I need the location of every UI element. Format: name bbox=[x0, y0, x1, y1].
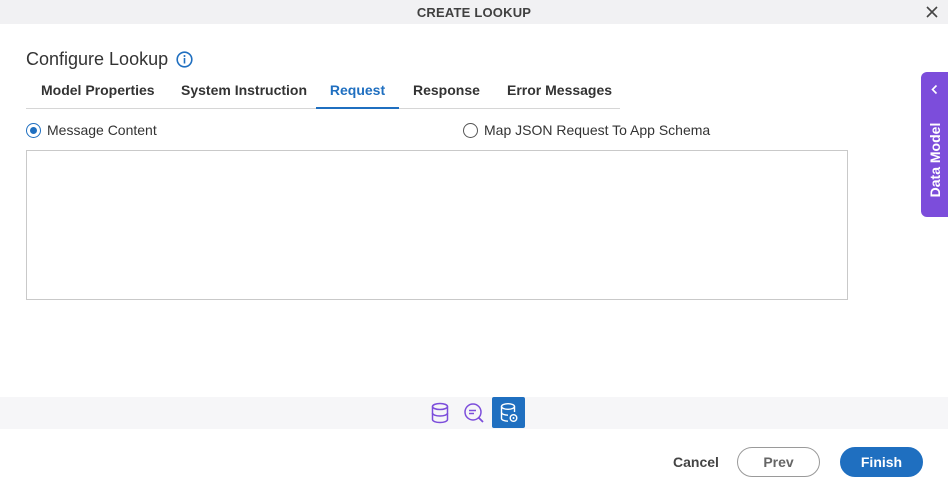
info-icon[interactable] bbox=[176, 51, 193, 68]
chat-search-icon[interactable] bbox=[459, 398, 489, 428]
dialog-titlebar: CREATE LOOKUP bbox=[0, 0, 948, 24]
radio-map-json-request[interactable]: Map JSON Request To App Schema bbox=[463, 122, 710, 138]
database-icon[interactable] bbox=[425, 398, 455, 428]
cancel-button[interactable]: Cancel bbox=[666, 447, 726, 477]
radio-label: Map JSON Request To App Schema bbox=[484, 122, 711, 138]
chevron-left-icon bbox=[929, 82, 940, 95]
radio-label: Message Content bbox=[47, 122, 157, 138]
data-model-panel-toggle[interactable]: Data Model bbox=[921, 72, 948, 217]
database-settings-icon[interactable] bbox=[492, 397, 525, 428]
radio-button-checked[interactable] bbox=[26, 122, 41, 138]
data-model-label: Data Model bbox=[926, 122, 943, 198]
page-title: Configure Lookup bbox=[26, 49, 169, 69]
tab-error-messages[interactable]: Error Messages bbox=[507, 72, 612, 108]
dialog-title: CREATE LOOKUP bbox=[416, 4, 532, 20]
tab-bar: Model Properties System Instruction Requ… bbox=[26, 72, 620, 109]
prev-button[interactable]: Prev bbox=[737, 447, 820, 477]
message-content-input[interactable] bbox=[26, 150, 848, 300]
radio-message-content[interactable]: Message Content bbox=[26, 122, 157, 138]
tab-model-properties[interactable]: Model Properties bbox=[41, 72, 155, 108]
tab-request[interactable]: Request bbox=[316, 72, 399, 109]
page-heading: Configure Lookup bbox=[26, 49, 193, 70]
tab-response[interactable]: Response bbox=[413, 72, 480, 108]
tab-system-instruction[interactable]: System Instruction bbox=[181, 72, 307, 108]
radio-button[interactable] bbox=[463, 122, 478, 138]
finish-button[interactable]: Finish bbox=[840, 447, 923, 477]
close-icon[interactable] bbox=[922, 2, 942, 22]
bottom-toolbar bbox=[0, 397, 948, 429]
